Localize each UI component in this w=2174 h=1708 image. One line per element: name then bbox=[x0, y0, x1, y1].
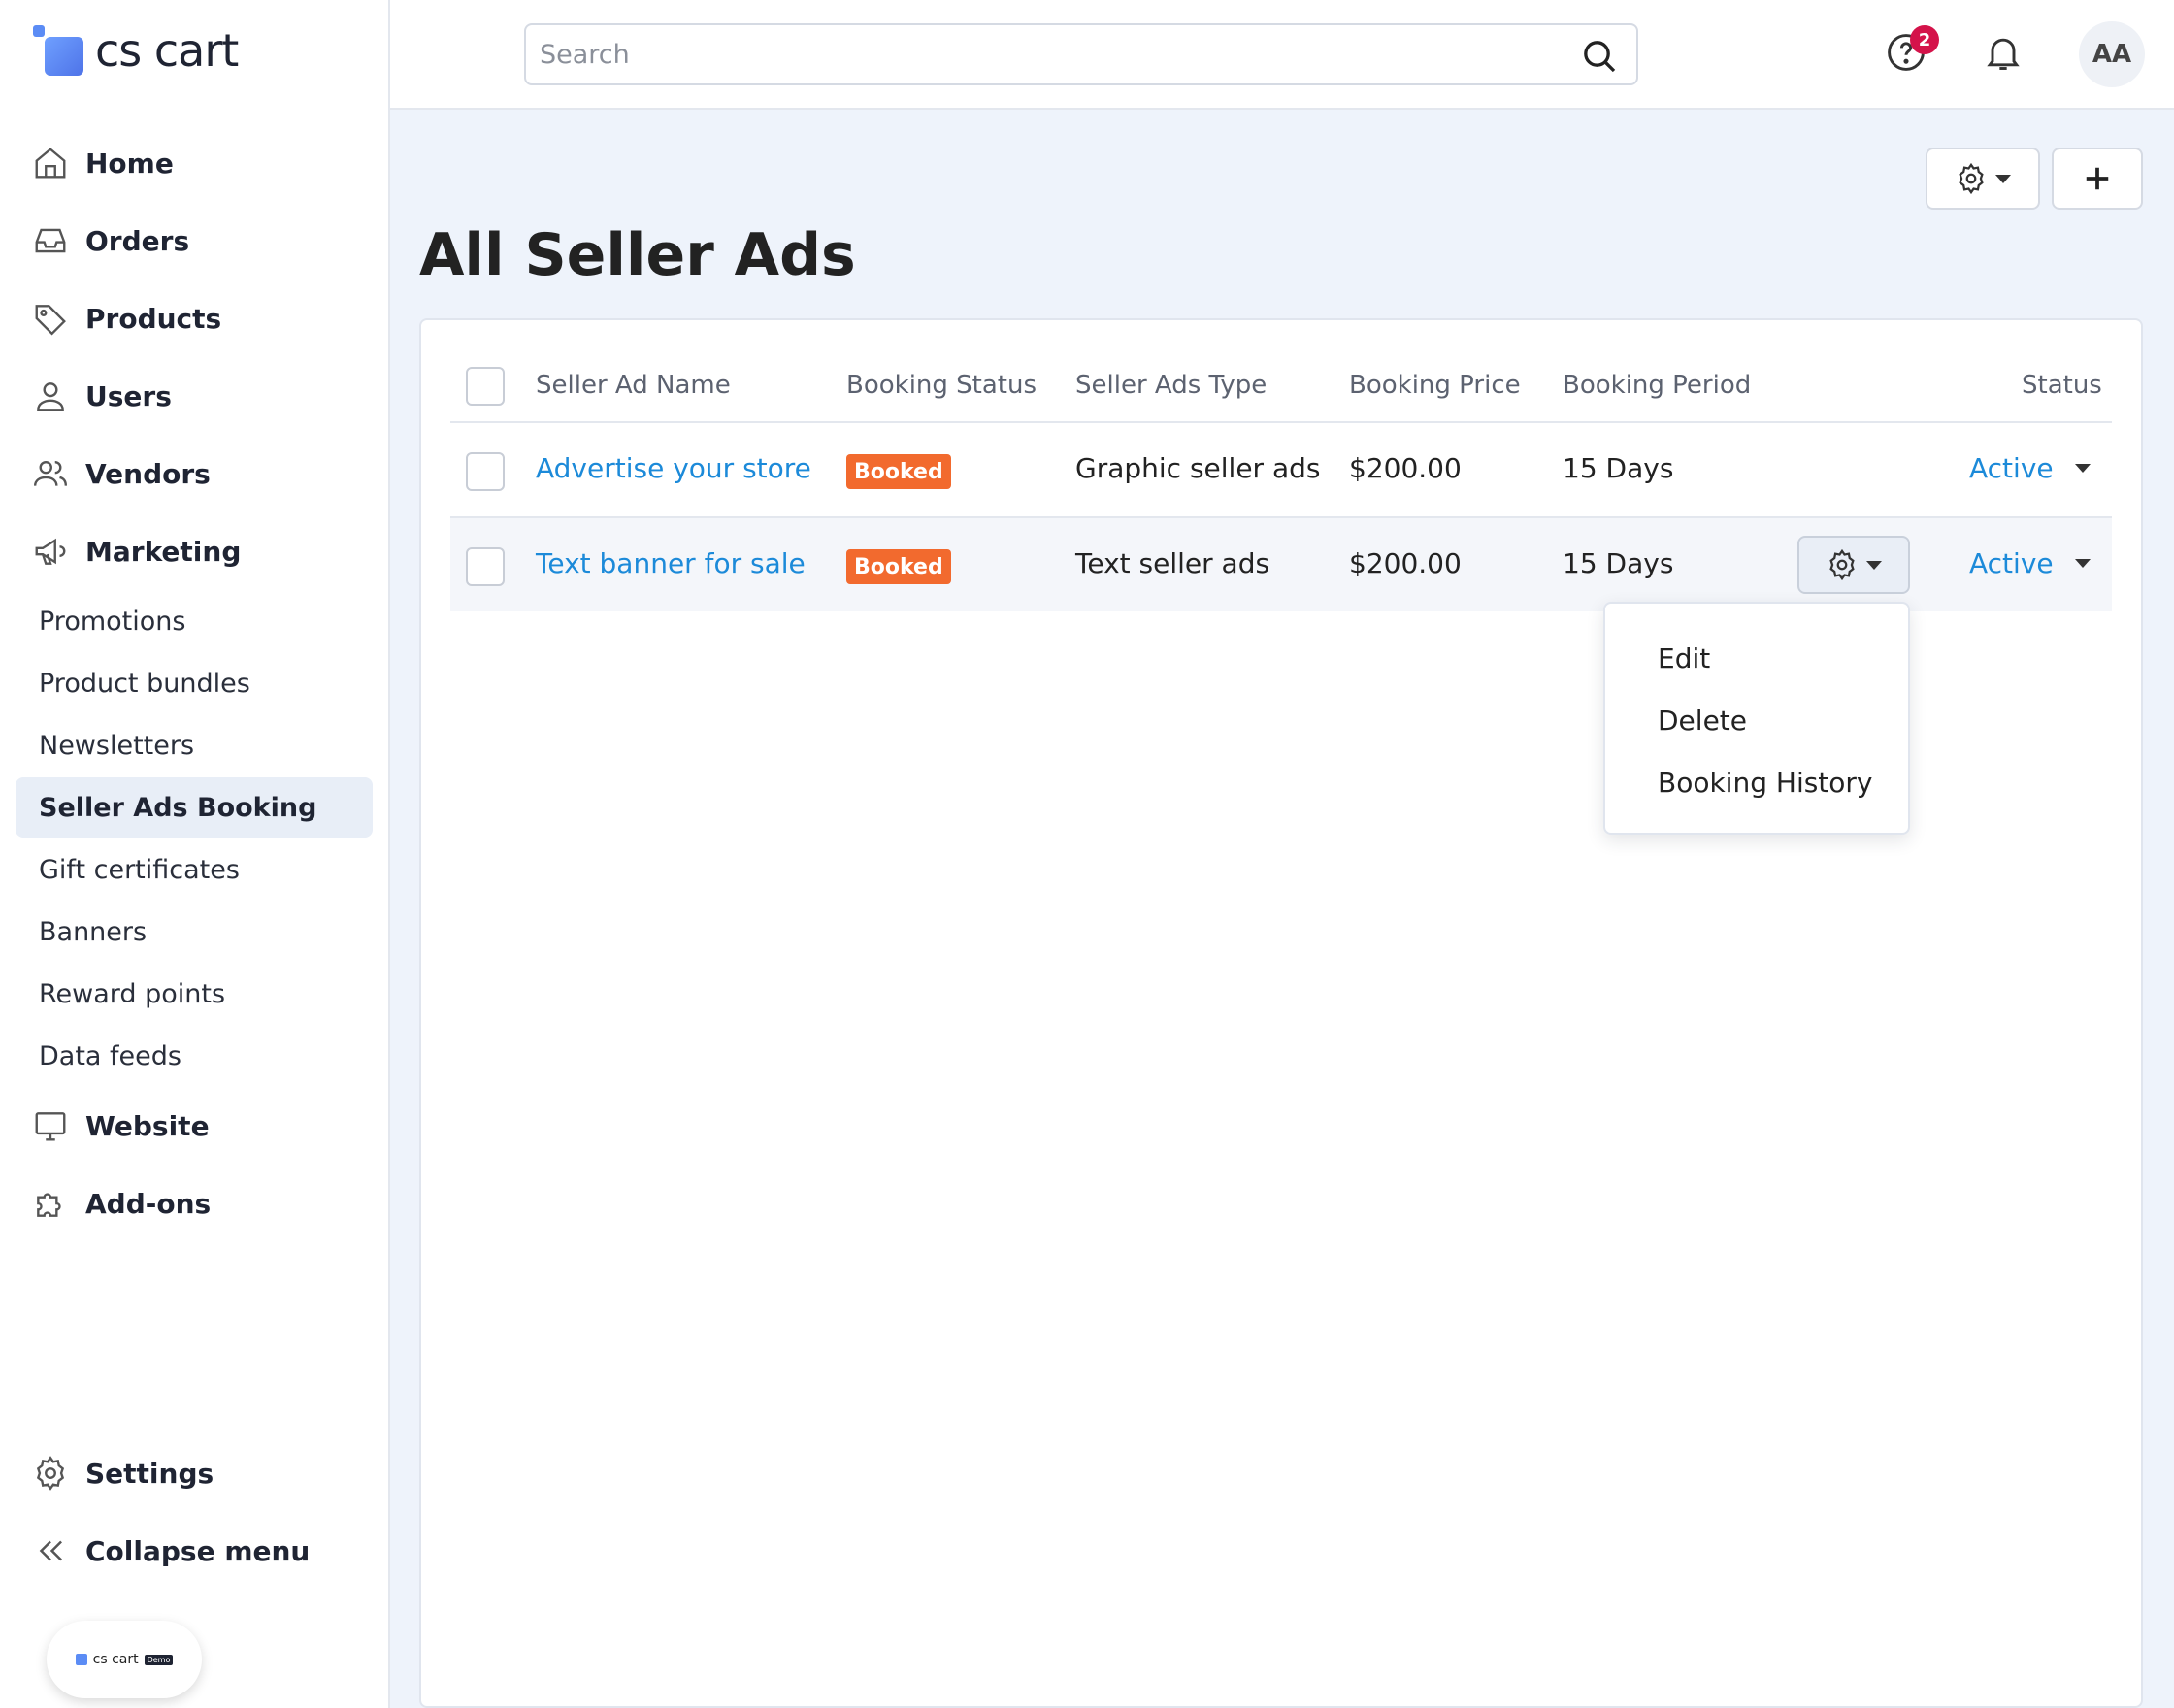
booking-status-badge: Booked bbox=[846, 454, 951, 489]
chevron-down-icon bbox=[1995, 174, 2011, 183]
bell-icon[interactable] bbox=[1982, 31, 2025, 74]
sidebar-subitem-banners[interactable]: Banners bbox=[16, 902, 373, 962]
booking-price: $200.00 bbox=[1349, 547, 1462, 579]
sidebar-subitem-seller-ads-booking[interactable]: Seller Ads Booking bbox=[16, 777, 373, 838]
gear-icon bbox=[1829, 548, 1855, 581]
logo-text: cs cart bbox=[95, 24, 239, 77]
search-input[interactable] bbox=[540, 35, 1559, 74]
booking-period: 15 Days bbox=[1563, 547, 1674, 579]
logo-mark-icon bbox=[31, 23, 85, 78]
logo[interactable]: cs cart bbox=[31, 21, 239, 80]
sidebar-item-users[interactable]: Users bbox=[31, 367, 172, 425]
search-box bbox=[524, 23, 1638, 85]
sidebar-item-settings[interactable]: Settings bbox=[31, 1444, 214, 1502]
booking-status-badge: Booked bbox=[846, 549, 951, 584]
home-icon bbox=[31, 144, 70, 182]
seller-ad-type: Graphic seller ads bbox=[1075, 452, 1321, 484]
sidebar-item-vendors[interactable]: Vendors bbox=[31, 444, 211, 503]
sidebar-item-label: Settings bbox=[85, 1457, 214, 1490]
chevron-down-icon bbox=[1866, 560, 1882, 570]
sidebar-item-label: Website bbox=[85, 1109, 210, 1142]
page-settings-button[interactable] bbox=[1926, 148, 2040, 210]
column-header-booking-status[interactable]: Booking Status bbox=[846, 371, 1037, 400]
sidebar-item-label: Users bbox=[85, 379, 172, 412]
row-checkbox[interactable] bbox=[466, 547, 505, 586]
help-count-badge: 2 bbox=[1910, 25, 1939, 54]
demo-badge[interactable]: cs cart Demo bbox=[47, 1621, 202, 1698]
sidebar-item-orders[interactable]: Orders bbox=[31, 212, 189, 270]
mini-logo-icon bbox=[75, 1654, 87, 1665]
sidebar-item-label: Home bbox=[85, 147, 174, 180]
plus-icon bbox=[2086, 167, 2109, 190]
sidebar-item-label: Vendors bbox=[85, 457, 211, 490]
sidebar-item-label: Marketing bbox=[85, 535, 242, 568]
column-header-price[interactable]: Booking Price bbox=[1349, 371, 1521, 400]
menu-item-delete[interactable]: Delete bbox=[1658, 705, 1747, 737]
users-icon bbox=[31, 454, 70, 493]
sidebar-item-products[interactable]: Products bbox=[31, 289, 221, 347]
chevrons-left-icon bbox=[31, 1531, 70, 1570]
sidebar-subitem-gift-certificates[interactable]: Gift certificates bbox=[16, 839, 373, 900]
page-title: All Seller Ads bbox=[419, 221, 856, 289]
seller-ad-type: Text seller ads bbox=[1075, 547, 1270, 579]
sidebar-item-home[interactable]: Home bbox=[31, 134, 174, 192]
add-button[interactable] bbox=[2052, 148, 2143, 210]
sidebar-subitem-reward-points[interactable]: Reward points bbox=[16, 964, 373, 1024]
sidebar-item-addons[interactable]: Add-ons bbox=[31, 1174, 211, 1232]
status-label: Active bbox=[1969, 452, 2054, 484]
top-bar: 2 AA bbox=[390, 0, 2174, 110]
monitor-icon bbox=[31, 1106, 70, 1145]
column-header-type[interactable]: Seller Ads Type bbox=[1075, 371, 1267, 400]
gear-icon bbox=[31, 1454, 70, 1493]
sidebar-item-website[interactable]: Website bbox=[31, 1097, 210, 1155]
megaphone-icon bbox=[31, 532, 70, 571]
sidebar-item-label: Products bbox=[85, 302, 222, 335]
menu-item-edit[interactable]: Edit bbox=[1658, 642, 1710, 674]
seller-ad-name-link[interactable]: Advertise your store bbox=[536, 452, 811, 484]
search-icon[interactable] bbox=[1580, 37, 1619, 76]
avatar[interactable]: AA bbox=[2079, 21, 2145, 87]
tag-icon bbox=[31, 299, 70, 338]
gear-icon bbox=[1959, 162, 1984, 195]
booking-price: $200.00 bbox=[1349, 452, 1462, 484]
inbox-icon bbox=[31, 221, 70, 260]
sidebar: cs cart Home Orders Products Users Vendo… bbox=[0, 0, 390, 1708]
demo-logo-text: cs cart bbox=[92, 1652, 139, 1667]
menu-item-booking-history[interactable]: Booking History bbox=[1658, 767, 1873, 799]
seller-ad-name-link[interactable]: Text banner for sale bbox=[536, 547, 806, 579]
select-all-checkbox[interactable] bbox=[466, 367, 505, 406]
column-header-period[interactable]: Booking Period bbox=[1563, 371, 1751, 400]
booking-period: 15 Days bbox=[1563, 452, 1674, 484]
row-actions-button[interactable] bbox=[1797, 536, 1910, 594]
chevron-down-icon bbox=[2074, 464, 2091, 473]
row-checkbox[interactable] bbox=[466, 452, 505, 491]
sidebar-item-label: Orders bbox=[85, 224, 190, 257]
collapse-menu-button[interactable]: Collapse menu bbox=[31, 1522, 310, 1580]
user-icon bbox=[31, 377, 70, 415]
row-actions-menu: Edit Delete Booking History bbox=[1603, 602, 1910, 835]
puzzle-icon bbox=[31, 1184, 70, 1223]
sidebar-subitem-product-bundles[interactable]: Product bundles bbox=[16, 653, 373, 713]
sidebar-item-label: Add-ons bbox=[85, 1187, 212, 1220]
demo-tag: Demo bbox=[144, 1654, 174, 1665]
column-header-status[interactable]: Status bbox=[2022, 371, 2102, 400]
status-dropdown[interactable]: Active bbox=[1969, 547, 2091, 579]
sidebar-subitem-data-feeds[interactable]: Data feeds bbox=[16, 1026, 373, 1086]
column-header-name[interactable]: Seller Ad Name bbox=[536, 371, 731, 400]
table-header-divider bbox=[450, 421, 2112, 423]
chevron-down-icon bbox=[2074, 559, 2091, 568]
sidebar-subitem-promotions[interactable]: Promotions bbox=[16, 591, 373, 651]
status-label: Active bbox=[1969, 547, 2054, 579]
sidebar-subitem-newsletters[interactable]: Newsletters bbox=[16, 715, 373, 775]
status-dropdown[interactable]: Active bbox=[1969, 452, 2091, 484]
sidebar-item-label: Collapse menu bbox=[85, 1534, 311, 1567]
sidebar-item-marketing[interactable]: Marketing bbox=[31, 522, 241, 580]
